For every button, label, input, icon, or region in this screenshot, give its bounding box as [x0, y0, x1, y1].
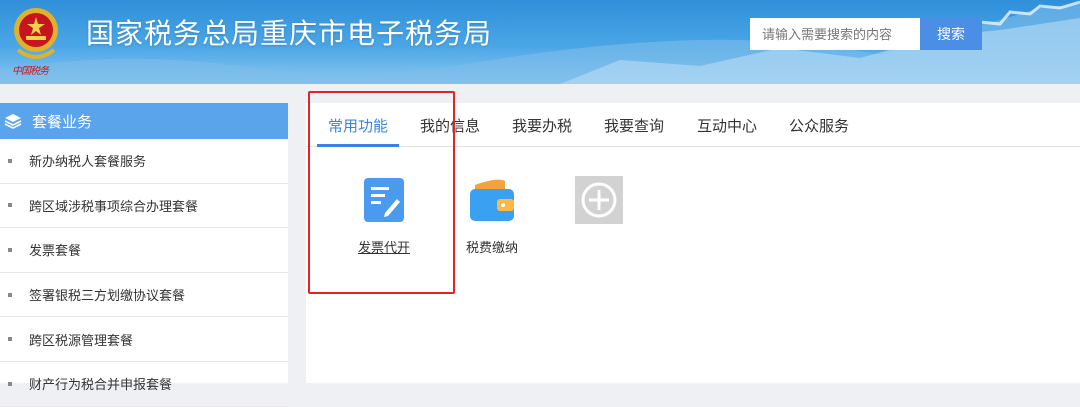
sidebar-item-label: 新办纳税人套餐服务 — [29, 155, 147, 171]
add-icon — [575, 176, 623, 224]
sidebar-item-label: 跨区域涉税事项综合办理套餐 — [29, 199, 199, 215]
sidebar-title: 套餐业务 — [32, 112, 93, 131]
wallet-icon — [470, 179, 514, 221]
tab-interaction[interactable]: 互动中心 — [697, 115, 757, 136]
sidebar-item-tax-source[interactable]: 跨区税源管理套餐 — [0, 317, 288, 362]
tab-query[interactable]: 我要查询 — [604, 115, 664, 136]
function-label: 税费缴纳 — [465, 241, 518, 256]
sidebar: 套餐业务 新办纳税人套餐服务 跨区域涉税事项综合办理套餐 发票套餐 签署银税三方… — [0, 103, 288, 407]
search-input[interactable] — [750, 18, 920, 50]
sidebar-item-new-taxpayer[interactable]: 新办纳税人套餐服务 — [0, 139, 288, 184]
sidebar-item-bank-agreement[interactable]: 签署银税三方划缴协议套餐 — [0, 273, 288, 318]
sidebar-item-invoice[interactable]: 发票套餐 — [0, 228, 288, 273]
tab-tax-handling[interactable]: 我要办税 — [512, 115, 572, 136]
sidebar-item-label: 财产行为税合并申报套餐 — [29, 378, 173, 394]
bullet-icon — [8, 337, 12, 342]
bullet-icon — [8, 247, 12, 252]
bullet-icon — [8, 381, 12, 386]
site-title: 国家税务总局重庆市电子税务局 — [86, 17, 493, 50]
sidebar-item-label: 签署银税三方划缴协议套餐 — [29, 289, 186, 305]
site-header: 中国税务 国家税务总局重庆市电子税务局 搜索 — [0, 0, 1080, 84]
bullet-icon — [8, 203, 12, 208]
bullet-icon — [8, 292, 12, 297]
add-function-tile[interactable] — [554, 175, 644, 229]
highlight-frame — [308, 91, 455, 294]
sidebar-item-cross-region[interactable]: 跨区域涉税事项综合办理套餐 — [0, 184, 288, 229]
sidebar-item-label: 发票套餐 — [29, 244, 82, 260]
function-tax-payment[interactable]: 税费缴纳 — [447, 175, 537, 256]
search-button[interactable]: 搜索 — [920, 18, 982, 50]
layers-icon — [4, 114, 22, 129]
emblem-script-logo: 中国税务 — [12, 66, 49, 77]
tab-public-service[interactable]: 公众服务 — [789, 115, 849, 136]
sidebar-item-label: 跨区税源管理套餐 — [29, 333, 134, 349]
sidebar-header[interactable]: 套餐业务 — [0, 103, 288, 139]
bullet-icon — [8, 158, 12, 163]
tax-emblem-icon — [14, 8, 58, 59]
sidebar-item-property-tax[interactable]: 财产行为税合并申报套餐 — [0, 362, 288, 407]
